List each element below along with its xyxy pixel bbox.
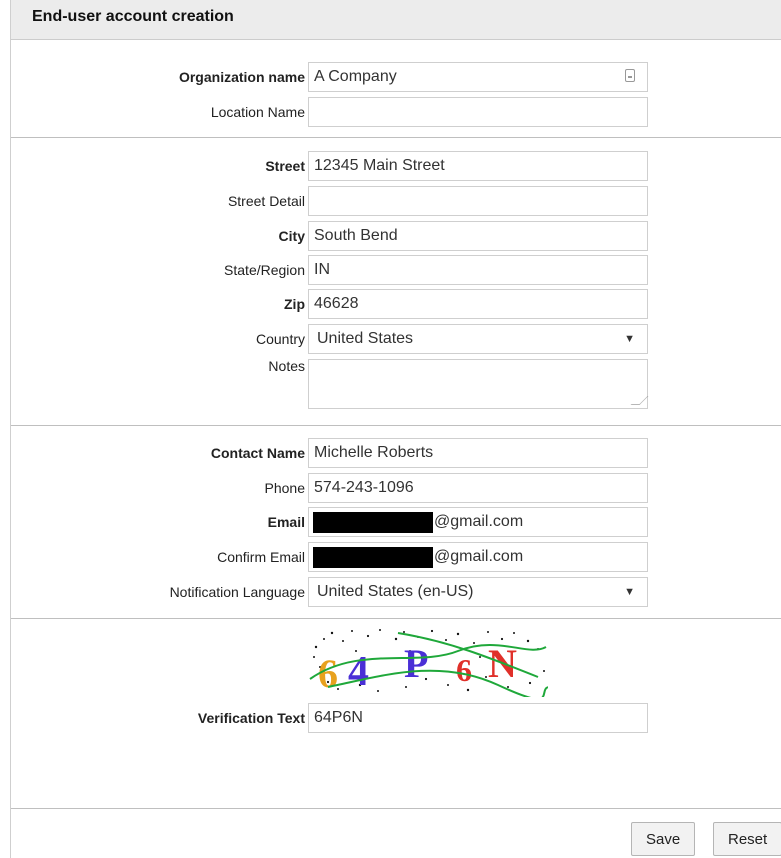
section-divider <box>11 425 781 426</box>
phone-row: Phone <box>11 473 781 503</box>
state-row: State/Region <box>11 255 781 285</box>
country-select[interactable]: United States ▼ <box>308 324 648 354</box>
chevron-down-icon: ▼ <box>624 333 635 345</box>
country-row: Country United States ▼ <box>11 324 781 354</box>
location-row: Location Name <box>11 97 781 127</box>
captcha-char: 6 <box>456 652 472 688</box>
footer-divider <box>11 808 781 809</box>
location-label: Location Name <box>210 104 305 120</box>
city-label: City <box>278 228 305 244</box>
city-row: City <box>11 221 781 251</box>
contact-card-icon[interactable] <box>625 69 635 82</box>
panel-header: End-user account creation <box>11 0 781 40</box>
language-value: United States (en-US) <box>317 583 474 600</box>
confirm-email-label: Confirm Email <box>217 549 305 565</box>
city-input[interactable] <box>308 221 648 251</box>
notes-row: Notes <box>11 356 781 409</box>
captcha-char: P <box>404 641 428 686</box>
org-name-label: Organization name <box>178 69 305 85</box>
country-label: Country <box>255 331 305 347</box>
captcha-char: 6 <box>318 651 338 696</box>
confirm-email-domain: @gmail.com <box>434 548 524 565</box>
notes-textarea[interactable] <box>308 359 649 409</box>
street-label: Street <box>265 158 305 174</box>
zip-label: Zip <box>284 296 305 312</box>
location-input[interactable] <box>308 97 648 127</box>
verification-row: Verification Text <box>11 703 781 733</box>
verification-label: Verification Text <box>197 710 305 726</box>
email-input[interactable]: @gmail.com <box>308 507 648 537</box>
email-label: Email <box>267 514 305 530</box>
confirm-email-input[interactable]: @gmail.com <box>308 542 648 572</box>
email-row: Email @gmail.com <box>11 507 781 537</box>
street-row: Street <box>11 151 781 181</box>
contact-name-input[interactable] <box>308 438 648 468</box>
redaction-block <box>313 547 433 568</box>
street-detail-row: Street Detail <box>11 186 781 216</box>
phone-label: Phone <box>264 480 305 496</box>
section-divider <box>11 137 781 138</box>
country-value: United States <box>317 330 414 347</box>
language-select[interactable]: United States (en-US) ▼ <box>308 577 648 607</box>
save-button[interactable]: Save <box>631 822 696 856</box>
chevron-down-icon: ▼ <box>624 586 635 598</box>
phone-input[interactable] <box>308 473 648 503</box>
street-input[interactable] <box>308 151 648 181</box>
captcha-graphic: 6 4 P 6 N <box>309 629 549 700</box>
state-input[interactable] <box>308 255 648 285</box>
captcha-image: 6 4 P 6 N <box>308 627 549 700</box>
page-title: End-user account creation <box>32 8 234 25</box>
language-label: Notification Language <box>169 584 305 600</box>
redaction-block <box>313 512 433 533</box>
org-name-input[interactable] <box>308 62 648 92</box>
language-row: Notification Language United States (en-… <box>11 577 781 607</box>
contact-name-label: Contact Name <box>210 445 305 461</box>
confirm-email-row: Confirm Email @gmail.com <box>11 542 781 572</box>
contact-name-row: Contact Name <box>11 438 781 468</box>
email-domain: @gmail.com <box>434 513 524 530</box>
section-divider <box>11 618 781 619</box>
notes-label: Notes <box>268 358 305 374</box>
zip-input[interactable] <box>308 289 648 319</box>
street-detail-input[interactable] <box>308 186 648 216</box>
org-name-row: Organization name <box>11 62 781 92</box>
street-detail-label: Street Detail <box>227 193 305 209</box>
reset-button[interactable]: Reset <box>713 822 781 856</box>
resize-handle-icon[interactable] <box>630 396 649 405</box>
state-label: State/Region <box>224 262 305 278</box>
captcha-char: 4 <box>348 649 369 695</box>
verification-input[interactable] <box>308 703 648 733</box>
zip-row: Zip <box>11 289 781 319</box>
